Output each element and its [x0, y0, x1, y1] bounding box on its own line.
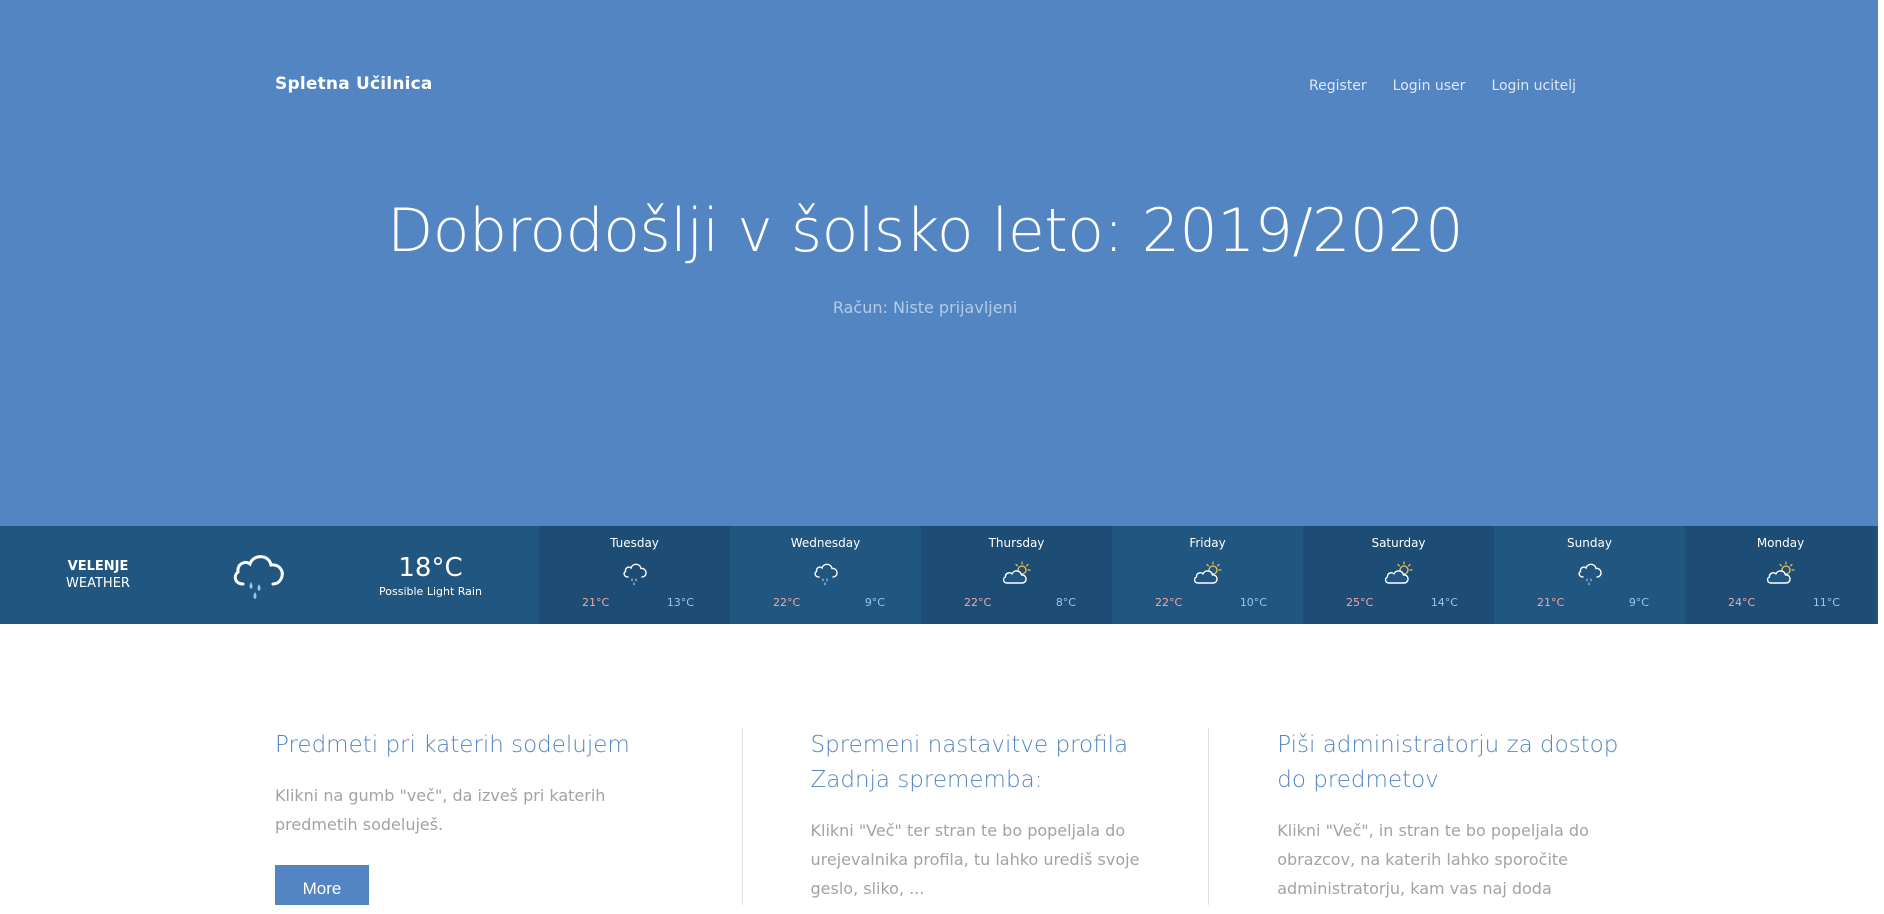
- forecast-day: Thursday 22°C 8°C: [921, 526, 1112, 624]
- nav-register-link[interactable]: Register: [1309, 78, 1367, 94]
- current-conditions: Possible Light Rain: [379, 584, 482, 598]
- forecast-day: Sunday 21°C 9°C: [1494, 526, 1685, 624]
- forecast-low: 8°C: [1055, 596, 1076, 609]
- forecast-day: Monday 24°C 11°C: [1685, 526, 1876, 624]
- brand-logo[interactable]: Spletna Učilnica: [275, 74, 433, 94]
- weather-city: VELENJE: [67, 559, 129, 574]
- forecast-high: 25°C: [1346, 596, 1374, 609]
- current-weather: 18°C Possible Light Rain: [322, 526, 539, 624]
- forecast-high: 22°C: [773, 596, 801, 609]
- forecast-day-name: Monday: [1756, 536, 1805, 550]
- forecast-day-name: Saturday: [1371, 536, 1426, 550]
- partly-cloudy-icon: [1383, 552, 1415, 596]
- rain-cloud-icon: [621, 552, 649, 596]
- forecast-high: 21°C: [1537, 596, 1565, 609]
- hero-section: Spletna Učilnica Register Login user Log…: [0, 0, 1878, 526]
- more-button[interactable]: More: [275, 865, 369, 905]
- feature-columns: Predmeti pri katerih sodelujem Klikni na…: [275, 728, 1675, 905]
- page-title: Dobrodošlji v šolsko leto: 2019/2020: [387, 196, 1463, 266]
- top-nav: Register Login user Login ucitelj: [1309, 78, 1576, 94]
- forecast-high: 22°C: [1155, 596, 1183, 609]
- forecast-high: 22°C: [964, 596, 992, 609]
- forecast-day: Friday 22°C 10°C: [1112, 526, 1303, 624]
- weather-label: WEATHER: [66, 576, 130, 591]
- weather-location: VELENJE WEATHER: [0, 526, 196, 624]
- column-title: Predmeti pri katerih sodelujem: [275, 732, 630, 758]
- rain-cloud-icon: [196, 526, 322, 624]
- partly-cloudy-icon: [1765, 552, 1797, 596]
- forecast-low: 9°C: [864, 596, 885, 609]
- weather-widget[interactable]: VELENJE WEATHER 18°C Possible Light Rain…: [0, 526, 1878, 624]
- rain-cloud-icon: [812, 552, 840, 596]
- forecast-low: 10°C: [1239, 596, 1267, 609]
- forecast-temps: 22°C 9°C: [730, 596, 921, 609]
- column-text: Klikni na gumb "več", da izveš pri kater…: [275, 786, 606, 834]
- forecast-low: 14°C: [1430, 596, 1458, 609]
- forecast-high: 24°C: [1728, 596, 1756, 609]
- forecast-day: Saturday 25°C 14°C: [1303, 526, 1494, 624]
- column-text: Klikni "Več", in stran te bo popeljala d…: [1277, 821, 1589, 898]
- forecast-days: Tuesday 21°C 13°C Wednesday 22°C 9°C Thursday 2…: [539, 526, 1876, 624]
- forecast-high: 21°C: [582, 596, 610, 609]
- forecast-day-name: Friday: [1189, 536, 1226, 550]
- forecast-low: 11°C: [1812, 596, 1840, 609]
- partly-cloudy-icon: [1001, 552, 1033, 596]
- forecast-day-name: Sunday: [1567, 536, 1612, 550]
- column-predmeti: Predmeti pri katerih sodelujem Klikni na…: [275, 728, 742, 905]
- forecast-temps: 25°C 14°C: [1303, 596, 1494, 609]
- current-temperature: 18°C: [398, 552, 463, 583]
- forecast-low: 9°C: [1628, 596, 1649, 609]
- column-text: Klikni "Več" ter stran te bo popeljala d…: [810, 821, 1140, 898]
- nav-login-ucitelj-link[interactable]: Login ucitelj: [1491, 78, 1576, 94]
- forecast-day-name: Tuesday: [610, 536, 659, 550]
- account-status: Račun: Niste prijavljeni: [832, 298, 1018, 317]
- forecast-day-name: Wednesday: [790, 536, 861, 550]
- forecast-temps: 24°C 11°C: [1685, 596, 1876, 609]
- forecast-temps: 21°C 13°C: [539, 596, 730, 609]
- forecast-day: Tuesday 21°C 13°C: [539, 526, 730, 624]
- forecast-day-name: Thursday: [988, 536, 1045, 550]
- rain-cloud-icon: [1576, 552, 1604, 596]
- forecast-temps: 22°C 10°C: [1112, 596, 1303, 609]
- column-admin: Piši administratorju za dostop do predme…: [1208, 728, 1675, 905]
- forecast-temps: 21°C 9°C: [1494, 596, 1685, 609]
- forecast-temps: 22°C 8°C: [921, 596, 1112, 609]
- forecast-low: 13°C: [666, 596, 694, 609]
- nav-login-user-link[interactable]: Login user: [1393, 78, 1466, 94]
- partly-cloudy-icon: [1192, 552, 1224, 596]
- column-title: Piši administratorju za dostop do predme…: [1277, 732, 1619, 793]
- column-title: Spremeni nastavitve profila Zadnja sprem…: [810, 732, 1129, 793]
- forecast-day: Wednesday 22°C 9°C: [730, 526, 921, 624]
- column-profile: Spremeni nastavitve profila Zadnja sprem…: [741, 728, 1209, 905]
